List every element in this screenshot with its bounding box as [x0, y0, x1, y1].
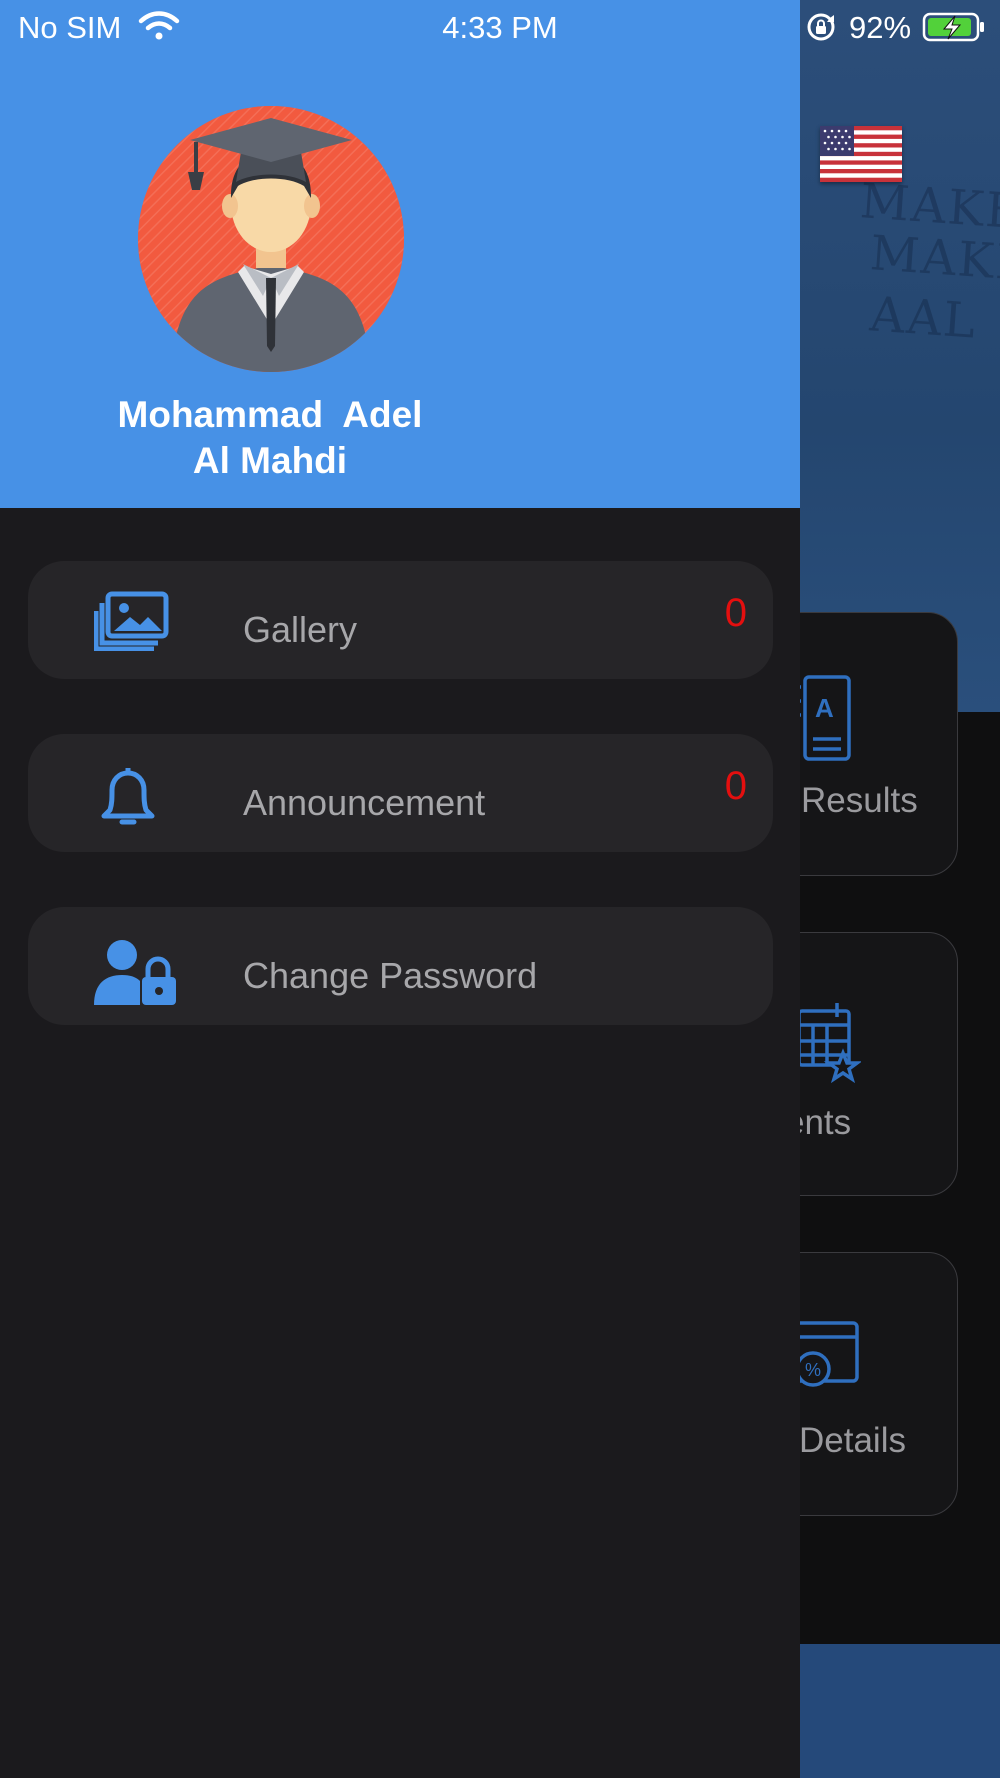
avatar[interactable] [138, 106, 404, 372]
announcement-count-badge: 0 [724, 764, 747, 808]
menu-item-label: Announcement [243, 782, 486, 823]
background-hero-image: MAKEY MAKEY AAL [800, 0, 1000, 712]
background-card-label: Results [801, 781, 918, 820]
calendar-star-icon [797, 1003, 861, 1084]
user-name-line2: Al Mahdi [192, 440, 348, 481]
menu-item-gallery[interactable]: Gallery 0 [28, 561, 773, 679]
menu-item-label: Gallery [243, 609, 358, 650]
menu-item-label: Change Password [243, 955, 538, 996]
background-card-label: Details [799, 1421, 906, 1460]
background-bottom-bar [800, 1644, 1000, 1778]
navigation-drawer: Mohammad Adel Al Mahdi Gallery 0 Announc… [0, 0, 800, 1778]
status-bar: No SIM 4:33 PM 92% [0, 0, 1000, 56]
gallery-count-badge: 0 [724, 591, 747, 635]
menu-item-change-password[interactable]: Change Password [28, 907, 773, 1025]
user-name-line1: Mohammad Adel [117, 394, 423, 435]
user-lock-icon [94, 939, 178, 1010]
user-name: Mohammad Adel Al Mahdi [0, 392, 540, 484]
exam-results-icon: A [791, 675, 851, 761]
us-flag-icon[interactable] [820, 126, 902, 182]
menu-item-announcement[interactable]: Announcement 0 [28, 734, 773, 852]
svg-text:%: % [805, 1360, 821, 1380]
fee-card-icon: % [793, 1321, 859, 1387]
svg-text:A: A [815, 693, 834, 723]
gallery-icon [93, 591, 170, 656]
orientation-lock-icon [806, 12, 836, 50]
battery-percentage: 92% [849, 10, 912, 45]
battery-charging-icon [922, 12, 986, 50]
drawer-header: Mohammad Adel Al Mahdi [0, 0, 800, 508]
graduate-avatar-icon [138, 106, 404, 372]
bell-icon [98, 764, 158, 835]
